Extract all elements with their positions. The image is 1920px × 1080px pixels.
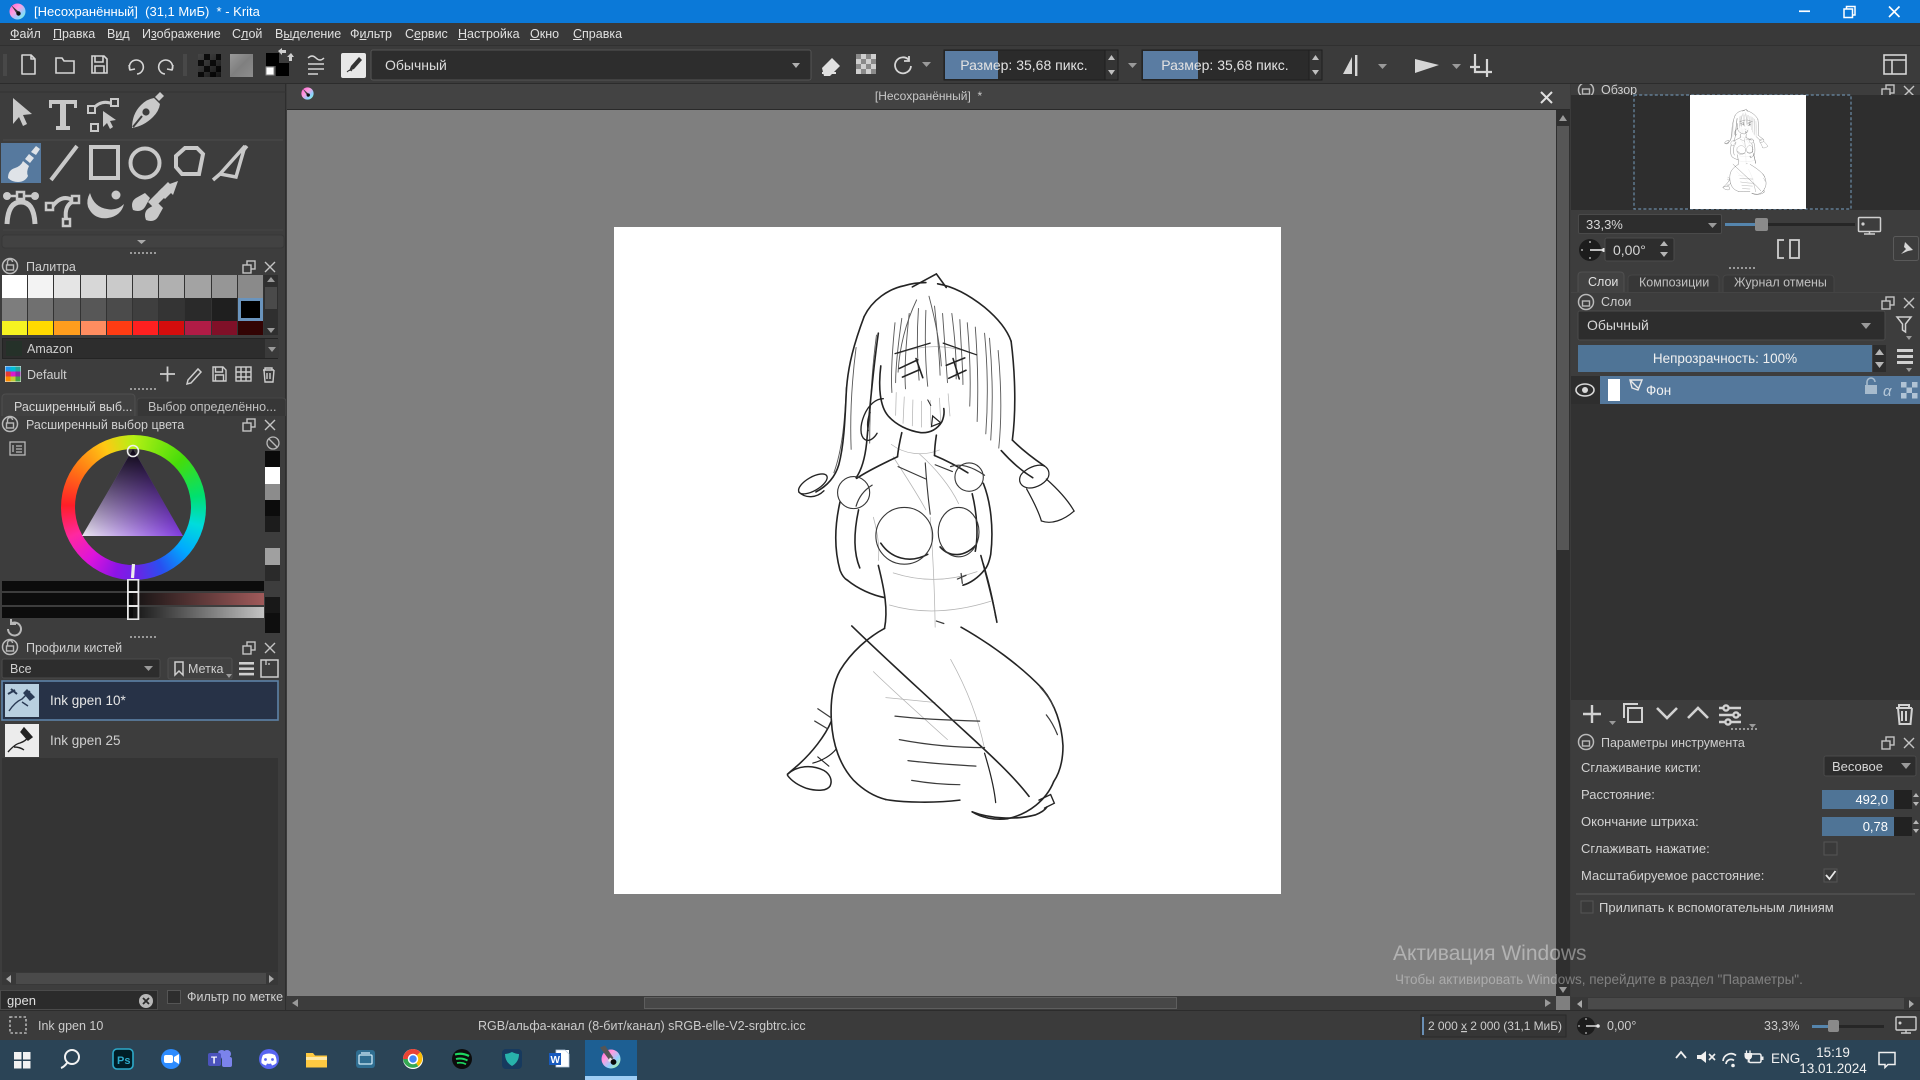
svg-text:Журнал отмены: Журнал отмены — [1734, 276, 1827, 290]
svg-text:2 000 x 2 000 (31,1 МиБ): 2 000 x 2 000 (31,1 МиБ) — [1428, 1019, 1562, 1033]
svg-text:Расстояние:: Расстояние: — [1581, 787, 1655, 802]
svg-text:ENG: ENG — [1771, 1051, 1800, 1066]
svg-text:Ink gpen 10: Ink gpen 10 — [38, 1019, 103, 1033]
svg-text:0,78: 0,78 — [1863, 819, 1888, 834]
svg-text:0,00°: 0,00° — [1613, 242, 1646, 258]
svg-text:Ink gpen 10*: Ink gpen 10* — [50, 693, 127, 708]
svg-text:Профили кистей: Профили кистей — [26, 641, 122, 655]
svg-text:Композиции: Композиции — [1639, 276, 1709, 290]
svg-text:Палитра: Палитра — [26, 260, 76, 274]
svg-text:RGB/альфа-канал (8-бит/канал): RGB/альфа-канал (8-бит/канал) sRGB-elle-… — [478, 1019, 806, 1033]
svg-text:33,3%: 33,3% — [1764, 1019, 1799, 1033]
svg-text:Слои: Слои — [1601, 295, 1631, 309]
svg-text:Ink gpen 25: Ink gpen 25 — [50, 733, 121, 748]
svg-text:13.01.2024: 13.01.2024 — [1799, 1061, 1867, 1076]
svg-text:Обычный: Обычный — [385, 57, 447, 73]
svg-text:Ps: Ps — [117, 1055, 130, 1067]
svg-text:Сглаживать нажатие:: Сглаживать нажатие: — [1581, 841, 1710, 856]
svg-text:Выбор определённо...: Выбор определённо... — [148, 400, 276, 414]
svg-text:Фон: Фон — [1646, 383, 1671, 398]
svg-text:15:19: 15:19 — [1816, 1045, 1850, 1060]
svg-text:Прилипать к вспомогательным ли: Прилипать к вспомогательным линиям — [1599, 900, 1834, 915]
svg-text:Окончание штриха:: Окончание штриха: — [1581, 814, 1699, 829]
svg-text:Параметры инструмента: Параметры инструмента — [1601, 736, 1745, 750]
svg-text:Расширенный выб...: Расширенный выб... — [14, 400, 133, 414]
svg-text:Сглаживание кисти:: Сглаживание кисти: — [1581, 760, 1701, 775]
svg-text:T: T — [211, 1056, 217, 1067]
svg-text:Размер: 35,68 пикс.: Размер: 35,68 пикс. — [1161, 57, 1288, 73]
svg-text:W: W — [551, 1055, 561, 1066]
svg-text:Default: Default — [27, 368, 67, 382]
svg-text:Слои: Слои — [1588, 275, 1618, 289]
svg-text:Обычный: Обычный — [1587, 317, 1649, 333]
svg-text:α: α — [1883, 383, 1892, 400]
svg-text:Все: Все — [10, 662, 32, 676]
svg-text:Масштабируемое расстояние:: Масштабируемое расстояние: — [1581, 868, 1764, 883]
svg-text:0,00°: 0,00° — [1607, 1019, 1636, 1033]
svg-text:492,0: 492,0 — [1855, 792, 1888, 807]
svg-text:Весовое: Весовое — [1832, 759, 1883, 774]
svg-text:Размер: 35,68 пикс.: Размер: 35,68 пикс. — [960, 57, 1087, 73]
svg-text:Метка: Метка — [188, 662, 224, 676]
svg-text:Непрозрачность: 100%: Непрозрачность: 100% — [1653, 351, 1797, 366]
